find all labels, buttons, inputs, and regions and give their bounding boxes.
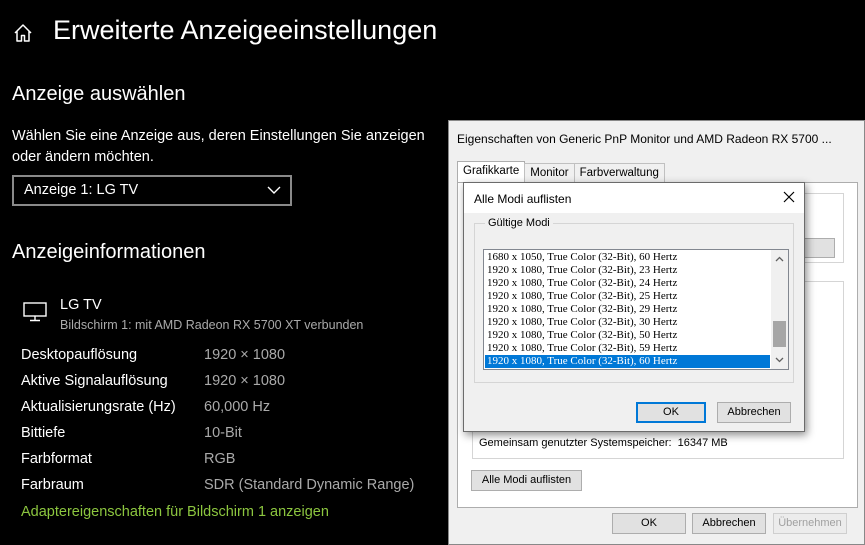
valid-modes-label: Gültige Modi xyxy=(485,217,553,229)
info-value: 1920 × 1080 xyxy=(204,373,286,389)
shared-memory-value: 16347 MB xyxy=(677,437,728,449)
info-label: Aktualisierungsrate (Hz) xyxy=(21,399,176,415)
list-item[interactable]: 1920 x 1080, True Color (32-Bit), 29 Her… xyxy=(485,303,770,316)
info-value: 60,000 Hz xyxy=(204,399,271,415)
valid-modes-group: Gültige Modi 1680 x 1050, True Color (32… xyxy=(474,217,794,383)
display-info-heading: Anzeigeinformationen xyxy=(12,241,206,263)
modes-dialog-titlebar: Alle Modi auflisten xyxy=(464,183,804,213)
properties-apply-button[interactable]: Übernehmen xyxy=(773,513,847,534)
info-row-desktop-resolution: Desktopauflösung 1920 × 1080 xyxy=(21,347,441,367)
tab-monitor[interactable]: Monitor xyxy=(524,163,575,183)
info-value: 10-Bit xyxy=(204,425,242,441)
modes-dialog-title: Alle Modi auflisten xyxy=(474,192,572,206)
properties-ok-button[interactable]: OK xyxy=(612,513,686,534)
properties-dialog-title: Eigenschaften von Generic PnP Monitor un… xyxy=(457,132,832,146)
shared-memory-label: Gemeinsam genutzter Systemspeicher: xyxy=(479,437,672,449)
info-row-color-format: Farbformat RGB xyxy=(21,451,441,471)
info-label: Bittiefe xyxy=(21,425,66,441)
select-display-description: Wählen Sie eine Anzeige aus, deren Einst… xyxy=(12,128,425,165)
monitor-icon xyxy=(23,302,47,322)
info-label: Aktive Signalauflösung xyxy=(21,373,168,389)
select-display-heading: Anzeige auswählen xyxy=(12,83,186,105)
list-item[interactable]: 1680 x 1050, True Color (32-Bit), 60 Her… xyxy=(485,251,770,264)
display-dropdown-value: Anzeige 1: LG TV xyxy=(24,182,139,198)
scroll-up-arrow-icon[interactable] xyxy=(775,256,784,262)
page-title: Erweiterte Anzeigeeinstellungen xyxy=(53,15,438,45)
display-dropdown[interactable]: Anzeige 1: LG TV xyxy=(12,175,292,206)
shared-memory-row: Gemeinsam genutzter Systemspeicher: 16347… xyxy=(479,437,728,449)
list-item-selected[interactable]: 1920 x 1080, True Color (32-Bit), 60 Her… xyxy=(485,355,770,368)
info-row-active-signal-resolution: Aktive Signalauflösung 1920 × 1080 xyxy=(21,373,441,393)
modes-ok-button[interactable]: OK xyxy=(636,402,706,423)
list-item[interactable]: 1920 x 1080, True Color (32-Bit), 25 Her… xyxy=(485,290,770,303)
monitor-subtitle: Bildschirm 1: mit AMD Radeon RX 5700 XT … xyxy=(60,318,364,332)
scroll-down-arrow-icon[interactable] xyxy=(775,357,784,363)
info-row-bit-depth: Bittiefe 10-Bit xyxy=(21,425,441,445)
list-item[interactable]: 1920 x 1080, True Color (32-Bit), 24 Her… xyxy=(485,277,770,290)
adapter-properties-link[interactable]: Adaptereigenschaften für Bildschirm 1 an… xyxy=(21,504,329,520)
properties-tabs: Grafikkarte Monitor Farbverwaltung xyxy=(457,161,665,183)
list-all-modes-button[interactable]: Alle Modi auflisten xyxy=(471,470,582,491)
info-row-refresh-rate: Aktualisierungsrate (Hz) 60,000 Hz xyxy=(21,399,441,419)
list-item[interactable]: 1920 x 1080, True Color (32-Bit), 59 Her… xyxy=(485,342,770,355)
home-icon[interactable] xyxy=(12,22,34,44)
close-icon[interactable] xyxy=(782,190,796,204)
info-value: RGB xyxy=(204,451,236,467)
modes-listbox[interactable]: 1680 x 1050, True Color (32-Bit), 60 Her… xyxy=(483,249,789,370)
modes-scrollbar[interactable] xyxy=(771,250,788,369)
monitor-name: LG TV xyxy=(60,297,102,313)
modes-cancel-button[interactable]: Abbrechen xyxy=(717,402,791,423)
tab-farbverwaltung[interactable]: Farbverwaltung xyxy=(573,163,665,183)
list-item[interactable]: 1920 x 1080, True Color (32-Bit), 30 Her… xyxy=(485,316,770,329)
info-row-color-space: Farbraum SDR (Standard Dynamic Range) xyxy=(21,477,441,497)
info-value: SDR (Standard Dynamic Range) xyxy=(204,477,415,493)
properties-cancel-button[interactable]: Abbrechen xyxy=(692,513,766,534)
info-value: 1920 × 1080 xyxy=(204,347,286,363)
list-item[interactable]: 1920 x 1080, True Color (32-Bit), 50 Her… xyxy=(485,329,770,342)
info-label: Farbraum xyxy=(21,477,84,493)
info-label: Farbformat xyxy=(21,451,92,467)
chevron-down-icon xyxy=(267,186,281,194)
info-label: Desktopauflösung xyxy=(21,347,138,363)
scrollbar-thumb[interactable] xyxy=(773,321,786,347)
list-all-modes-dialog: Alle Modi auflisten Gültige Modi 1680 x … xyxy=(463,182,805,432)
list-item[interactable]: 1920 x 1080, True Color (32-Bit), 23 Her… xyxy=(485,264,770,277)
tab-grafikkarte[interactable]: Grafikkarte xyxy=(457,161,526,183)
